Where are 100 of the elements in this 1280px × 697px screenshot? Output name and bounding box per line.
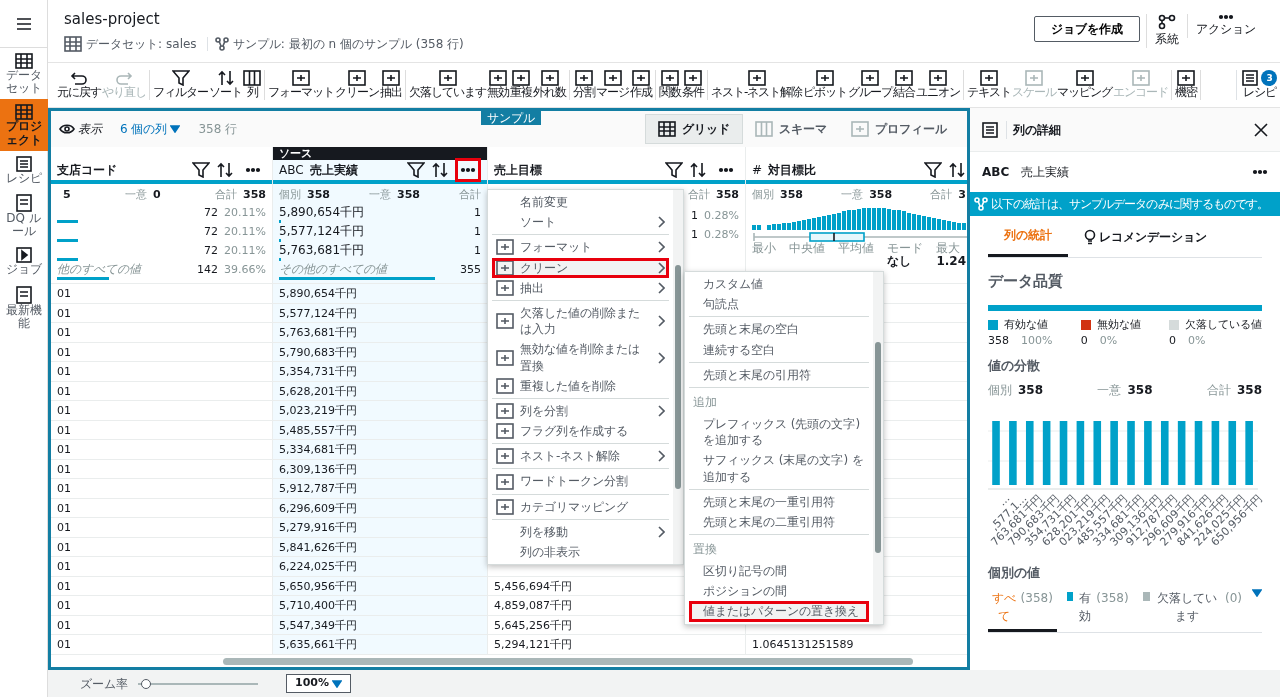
menu-item[interactable]: 欠落した値の削除または入力: [492, 302, 669, 340]
toolbar-button[interactable]: テキスト: [967, 70, 1012, 100]
stat-label: 一意: [369, 187, 391, 203]
close-icon[interactable]: [1254, 122, 1268, 137]
menu-item[interactable]: カスタム値: [689, 274, 869, 295]
nav-item[interactable]: ジョブ: [0, 242, 48, 281]
dataset-link[interactable]: sales: [166, 34, 197, 53]
stat-label: 個別: [752, 187, 774, 203]
menu-item[interactable]: ワードトークン分割: [492, 471, 669, 492]
filter-icon[interactable]: [924, 162, 942, 178]
type-label: ABC: [982, 164, 1010, 181]
toolbar-button[interactable]: 分割: [573, 70, 595, 100]
value-count: 72: [204, 226, 219, 239]
menu-item[interactable]: 名前変更: [492, 192, 669, 213]
nav-item[interactable]: プロジェクト: [0, 99, 48, 151]
slider-thumb[interactable]: [141, 678, 152, 689]
header-action[interactable]: アクション: [1187, 14, 1264, 38]
view-tab[interactable]: グリッド: [645, 114, 743, 144]
menu-item[interactable]: クリーン: [492, 257, 669, 278]
toolbar-button[interactable]: 結合: [893, 70, 916, 100]
nav-item[interactable]: データセット: [0, 48, 48, 100]
create-job-button[interactable]: ジョブを作成: [1034, 16, 1140, 42]
sort-icon[interactable]: [689, 162, 707, 178]
toolbar-button[interactable]: 欠落しています: [409, 70, 486, 100]
play-icon: [15, 247, 32, 264]
toolbar-button[interactable]: マージ: [596, 70, 629, 100]
legend-count: 0: [1169, 333, 1176, 349]
toolbar-button[interactable]: 元に戻す: [57, 70, 101, 100]
framed-square-icon: [661, 70, 679, 87]
toolbar-button[interactable]: 重複: [510, 70, 532, 100]
filter-icon[interactable]: [665, 162, 683, 178]
menu-item[interactable]: サフィックス (末尾の文字) を追加する: [689, 450, 869, 487]
filter-tab[interactable]: 欠落しています (0): [1138, 588, 1246, 629]
menu-item[interactable]: 先頭と末尾の空白: [689, 319, 869, 340]
menu-item[interactable]: 重複した値を削除: [492, 375, 669, 396]
menu-item[interactable]: ソート: [492, 212, 669, 233]
more-icon[interactable]: [1252, 169, 1268, 175]
toolbar-button[interactable]: フィルター: [153, 70, 208, 100]
menu-item[interactable]: フラグ列を作成する: [492, 421, 669, 442]
menu-item[interactable]: 列の非表示: [492, 542, 669, 563]
toolbar-button[interactable]: 抽出: [380, 70, 402, 100]
toolbar-button[interactable]: グループ: [848, 70, 893, 100]
menu-item[interactable]: 先頭と末尾の一重引用符: [689, 491, 869, 512]
columns-dropdown[interactable]: 6 個の列: [114, 119, 187, 139]
toolbar-button[interactable]: マッピング: [1057, 70, 1113, 100]
menu-icon[interactable]: [15, 16, 32, 31]
nav-item[interactable]: レシピ: [0, 150, 48, 189]
menu-item[interactable]: 連続する空白: [689, 339, 869, 360]
toolbar-button[interactable]: ネスト-ネスト解除: [711, 70, 803, 100]
toolbar-button[interactable]: ソート: [209, 70, 242, 100]
framed-square-icon: [1131, 70, 1150, 87]
value-count: 1: [691, 229, 699, 242]
nav-item[interactable]: DQ ルール: [0, 188, 48, 243]
sort-icon[interactable]: [216, 162, 234, 178]
filter-icon[interactable]: [192, 162, 210, 178]
toolbar-button[interactable]: 列: [243, 70, 261, 100]
sample-link[interactable]: 最初の n 個のサンプル (358 行): [288, 34, 464, 53]
sort-icon[interactable]: [948, 162, 966, 178]
toolbar-button[interactable]: 作成: [630, 70, 652, 100]
toolbar-button[interactable]: ピボット: [803, 70, 848, 100]
nav-item[interactable]: 最新機能: [0, 280, 48, 334]
bar: [1042, 421, 1051, 485]
menu-item[interactable]: 列を移動: [492, 521, 669, 542]
menu-scrollbar[interactable]: [673, 190, 683, 565]
menu-item[interactable]: 先頭と末尾の二重引用符: [689, 511, 869, 533]
view-tab[interactable]: スキーマ: [743, 115, 839, 143]
menu-item[interactable]: フォーマット: [492, 237, 669, 258]
toolbar-button[interactable]: 外れ数: [533, 70, 566, 100]
type-label: #: [752, 162, 763, 179]
toolbar-button[interactable]: フォーマット: [268, 70, 334, 100]
menu-item[interactable]: プレフィックス (先頭の文字) を追加する: [689, 413, 869, 451]
menu-item[interactable]: 抽出: [492, 277, 669, 298]
zoom-dropdown[interactable]: 100%: [286, 674, 351, 693]
toolbar-button[interactable]: 無効: [487, 70, 509, 100]
toolbar-button[interactable]: 関数: [659, 70, 681, 100]
menu-item[interactable]: ネスト-ネスト解除: [492, 446, 669, 467]
toolbar-button[interactable]: 条件: [682, 70, 704, 100]
detail-tab[interactable]: レコメンデーション: [1068, 216, 1223, 257]
menu-item[interactable]: 先頭と末尾の引用符: [689, 364, 869, 385]
sort-icon[interactable]: [431, 162, 449, 178]
header-action[interactable]: 系統: [1146, 14, 1187, 48]
filter-icon[interactable]: [407, 162, 425, 178]
toolbar-button[interactable]: 機密: [1175, 70, 1198, 100]
toolbar-button[interactable]: クリーン: [335, 70, 379, 100]
menu-item[interactable]: カテゴリマッピング: [492, 496, 669, 517]
menu-item[interactable]: 列を分割: [492, 400, 669, 422]
caret-icon[interactable]: [1252, 588, 1262, 597]
menu-item[interactable]: 無効な値を削除または置換: [492, 339, 669, 376]
zoom-slider[interactable]: [138, 678, 258, 689]
menu-item[interactable]: 値またはパターンの置き換え: [689, 601, 869, 622]
menu-scrollbar[interactable]: [873, 272, 883, 624]
menu-item[interactable]: 句読点: [689, 294, 869, 315]
chevron-icon: [657, 351, 665, 364]
table-cell: 5,354,731千円: [273, 362, 487, 382]
column-menu-button[interactable]: [455, 158, 481, 182]
toolbar-button[interactable]: ユニオン: [916, 70, 961, 100]
eye-icon[interactable]: [59, 123, 75, 135]
view-tab[interactable]: プロフィール: [839, 115, 959, 143]
recipe-button[interactable]: 3 レシピ: [1236, 70, 1276, 100]
filter-tab[interactable]: 有効 (358): [1062, 588, 1133, 629]
